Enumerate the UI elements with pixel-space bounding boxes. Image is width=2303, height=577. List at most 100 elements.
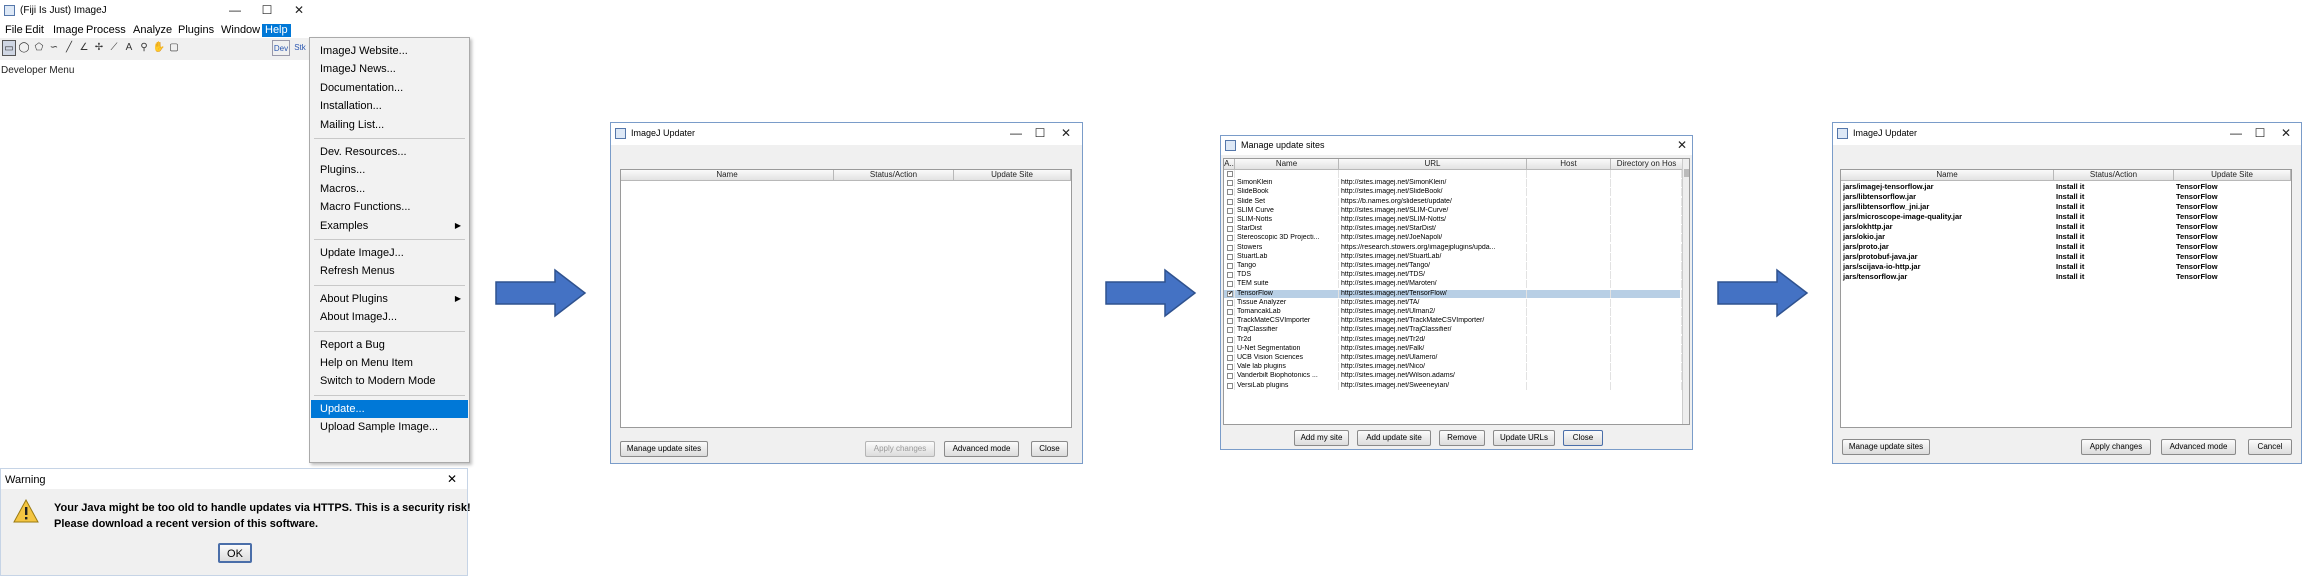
site-active-checkbox[interactable]: ✔: [1227, 290, 1233, 297]
updater-file-row[interactable]: jars/tensorflow.jar Install it TensorFlow: [1841, 273, 2291, 282]
menu-help[interactable]: Help: [262, 24, 291, 37]
site-row[interactable]: StuartLab http://sites.imagej.net/StuartL…: [1224, 252, 1682, 261]
point-tool-icon[interactable]: ✢: [92, 40, 106, 56]
site-active-checkbox[interactable]: [1227, 336, 1233, 343]
updater1-manage-sites-button[interactable]: Manage update sites: [620, 441, 708, 457]
site-row[interactable]: SimonKlein http://sites.imagej.net/SimonK…: [1224, 179, 1682, 188]
rectangle-tool-icon[interactable]: ▭: [2, 40, 16, 56]
sites-scrollbar[interactable]: [1682, 159, 1689, 424]
site-active-checkbox[interactable]: [1227, 207, 1233, 214]
updater-file-row[interactable]: jars/imagej-tensorflow.jar Install it Tens…: [1841, 183, 2291, 192]
site-row[interactable]: Stowers https://research.stowers.org/imag…: [1224, 243, 1682, 252]
site-row[interactable]: TDS http://sites.imagej.net/TDS/: [1224, 271, 1682, 280]
site-active-checkbox[interactable]: [1227, 253, 1233, 260]
updater2-titlebar[interactable]: ImageJ Updater — ☐ ✕: [1833, 123, 2301, 145]
updater2-col-site[interactable]: Update Site: [2174, 170, 2291, 181]
fiji-titlebar[interactable]: (Fiji Is Just) ImageJ — ☐ ✕: [0, 0, 320, 22]
site-row[interactable]: VersiLab plugins http://sites.imagej.net/…: [1224, 381, 1682, 390]
updater1-table[interactable]: Name Status/Action Update Site: [620, 169, 1072, 428]
stk-tool-button[interactable]: Stk: [292, 40, 308, 56]
help-menu-item-examples[interactable]: Examples ▶: [311, 217, 468, 235]
help-menu-item-documentation[interactable]: Documentation...: [311, 79, 468, 97]
updater-file-row[interactable]: jars/libtensorflow_jni.jar Install it Tens…: [1841, 203, 2291, 212]
help-menu-item-imagej-website[interactable]: ImageJ Website...: [311, 42, 468, 60]
sites-close-btn[interactable]: Close: [1563, 430, 1603, 446]
site-row[interactable]: TrackMateCSVImporter http://sites.imagej.…: [1224, 317, 1682, 326]
hand-tool-icon[interactable]: ✋: [152, 40, 166, 56]
updater-file-row[interactable]: jars/microscope-image-quality.jar Install…: [1841, 213, 2291, 222]
updater2-maximize-button[interactable]: ☐: [2249, 124, 2271, 142]
warning-titlebar[interactable]: Warning ✕: [1, 469, 467, 489]
updater1-col-site[interactable]: Update Site: [954, 170, 1071, 181]
site-active-checkbox[interactable]: [1227, 226, 1233, 233]
wand-tool-icon[interactable]: ⟋: [107, 40, 121, 56]
site-active-checkbox[interactable]: [1227, 189, 1233, 196]
site-row[interactable]: UCB Vision Sciences http://sites.imagej.n…: [1224, 354, 1682, 362]
help-menu-item-refresh-menus[interactable]: Refresh Menus: [311, 262, 468, 280]
freehand-tool-icon[interactable]: ∽: [47, 40, 61, 56]
help-menu-item-update-imagej[interactable]: Update ImageJ...: [311, 244, 468, 262]
updater1-maximize-button[interactable]: ☐: [1029, 124, 1051, 142]
site-active-checkbox[interactable]: [1227, 373, 1233, 380]
site-active-checkbox[interactable]: [1227, 327, 1233, 334]
sites-col-host[interactable]: Host: [1527, 159, 1611, 170]
add-update-site-button[interactable]: Add update site: [1357, 430, 1431, 446]
add-my-site-button[interactable]: Add my site: [1294, 430, 1349, 446]
updater2-col-status[interactable]: Status/Action: [2054, 170, 2174, 181]
warning-close-button[interactable]: ✕: [447, 472, 457, 486]
oval-tool-icon[interactable]: ◯: [17, 40, 31, 56]
site-active-checkbox[interactable]: [1227, 281, 1233, 288]
site-active-checkbox[interactable]: [1227, 345, 1233, 352]
updater-file-row[interactable]: jars/okhttp.jar Install it TensorFlow: [1841, 223, 2291, 232]
site-row[interactable]: TEM suite http://sites.imagej.net/Maroten…: [1224, 280, 1682, 289]
help-menu-item-plugins[interactable]: Plugins...: [311, 161, 468, 179]
site-active-checkbox[interactable]: [1227, 235, 1233, 242]
site-active-checkbox[interactable]: [1227, 272, 1233, 279]
sites-scroll-thumb[interactable]: [1684, 169, 1689, 177]
site-row[interactable]: Vale lab plugins http://sites.imagej.net/…: [1224, 363, 1682, 372]
site-row[interactable]: TomancakLab http://sites.imagej.net/Ulman…: [1224, 308, 1682, 316]
remove-site-button[interactable]: Remove: [1439, 430, 1485, 446]
color-picker-icon[interactable]: ▢: [167, 40, 181, 56]
site-row[interactable]: Stereoscopic 3D Projecti... http://sites.…: [1224, 234, 1682, 243]
updater2-close-button[interactable]: ✕: [2275, 124, 2297, 142]
help-menu-item-about-plugins[interactable]: About Plugins ▶: [311, 290, 468, 308]
help-menu-item-help-on-menu-item[interactable]: Help on Menu Item: [311, 354, 468, 372]
updater1-close-btn[interactable]: Close: [1031, 441, 1068, 457]
updater2-manage-sites-button[interactable]: Manage update sites: [1842, 439, 1930, 455]
updater2-advanced-button[interactable]: Advanced mode: [2161, 439, 2236, 455]
help-menu-item-macro-functions[interactable]: Macro Functions...: [311, 198, 468, 216]
site-active-checkbox[interactable]: [1227, 244, 1233, 251]
line-tool-icon[interactable]: ╱: [62, 40, 76, 56]
menu-plugins[interactable]: Plugins: [175, 24, 217, 37]
menu-image[interactable]: Image: [50, 24, 87, 37]
updater-file-row[interactable]: jars/protobuf-java.jar Install it TensorFl…: [1841, 253, 2291, 262]
site-row[interactable]: StarDist http://sites.imagej.net/StarDist…: [1224, 225, 1682, 234]
updater1-advanced-button[interactable]: Advanced mode: [944, 441, 1019, 457]
site-row[interactable]: Vanderbilt Biophotonics ... http://sites.…: [1224, 372, 1682, 381]
updater-file-row[interactable]: jars/proto.jar Install it TensorFlow: [1841, 243, 2291, 252]
updater1-minimize-button[interactable]: —: [1005, 124, 1027, 142]
help-menu-item-upload-sample-image[interactable]: Upload Sample Image...: [311, 418, 468, 436]
site-active-checkbox[interactable]: [1227, 355, 1233, 361]
polygon-tool-icon[interactable]: ⬠: [32, 40, 46, 56]
site-active-checkbox[interactable]: [1227, 309, 1233, 315]
updater-file-row[interactable]: jars/scijava-io-http.jar Install it Tensor…: [1841, 263, 2291, 272]
site-active-checkbox[interactable]: [1227, 198, 1233, 205]
updater2-cancel-button[interactable]: Cancel: [2248, 439, 2292, 455]
updater1-col-name[interactable]: Name: [621, 170, 834, 181]
updater2-table[interactable]: Name Status/Action Update Site jars/imag…: [1840, 169, 2292, 428]
help-menu-item-update[interactable]: Update...: [311, 399, 468, 418]
site-active-checkbox[interactable]: [1227, 318, 1233, 325]
help-menu-item-switch-to-modern-mode[interactable]: Switch to Modern Mode: [311, 372, 468, 390]
sites-col-active[interactable]: A..: [1224, 159, 1235, 170]
sites-table[interactable]: A.. Name URL Host Directory on Hos Simon…: [1223, 158, 1690, 425]
site-row[interactable]: [1224, 170, 1682, 178]
updater1-col-status[interactable]: Status/Action: [834, 170, 954, 181]
dev-tool-button[interactable]: Dev: [272, 40, 290, 56]
menu-process[interactable]: Process: [83, 24, 129, 37]
sites-close-button[interactable]: ✕: [1673, 136, 1691, 154]
site-row[interactable]: SLIM-Notts http://sites.imagej.net/SLIM-N…: [1224, 216, 1682, 224]
updater-file-row[interactable]: jars/libtensorflow.jar Install it TensorFl…: [1841, 193, 2291, 202]
updater2-minimize-button[interactable]: —: [2225, 124, 2247, 142]
